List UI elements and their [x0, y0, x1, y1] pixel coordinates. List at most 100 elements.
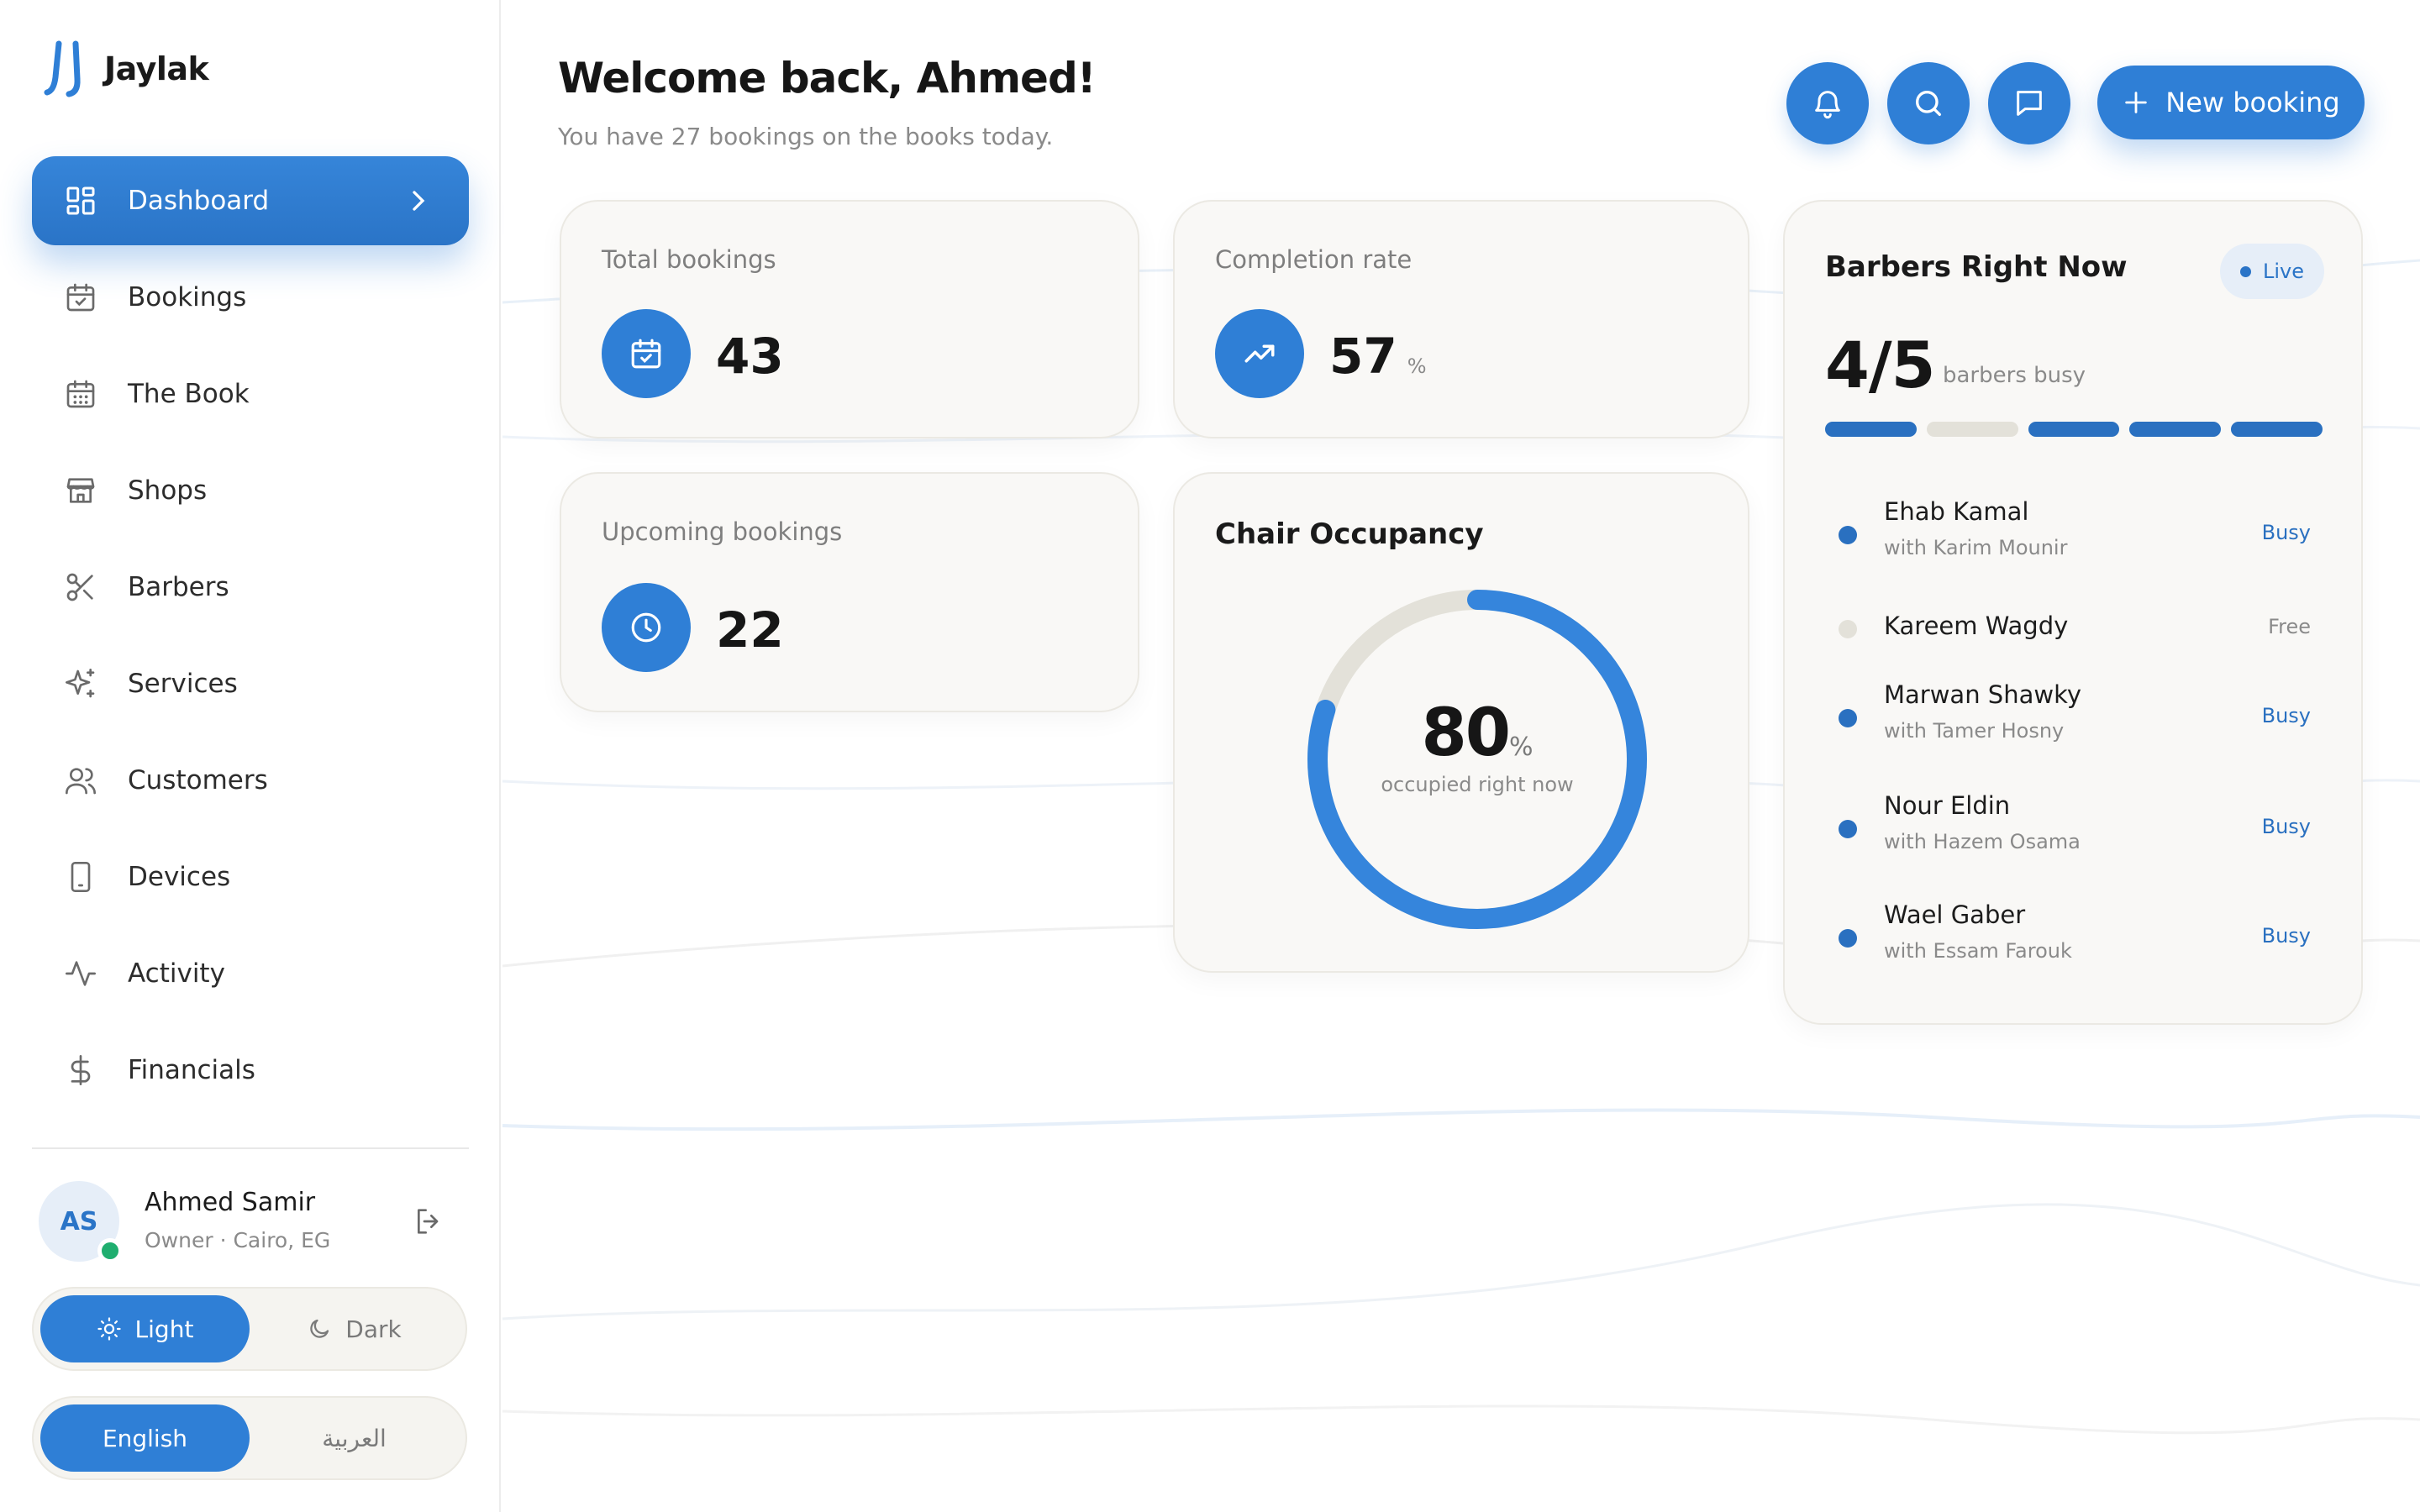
- upcoming-bookings-card: Upcoming bookings 22: [560, 472, 1139, 712]
- bell-icon: [1815, 91, 1840, 119]
- language-toggle: English العربية: [32, 1396, 467, 1480]
- barbers-right-now-title: Barbers Right Now: [1825, 250, 2128, 284]
- plus-icon: [2125, 92, 2148, 113]
- barber-row[interactable]: Ehab Kamal with Karim Mounir Busy: [1825, 494, 2324, 570]
- total-bookings-label: Total bookings: [602, 245, 776, 274]
- busy-segment: [1825, 422, 1917, 437]
- barber-name: Kareem Wagdy: [1884, 612, 2069, 640]
- sidebar-item-barbers[interactable]: Barbers: [32, 543, 469, 632]
- scissors-icon: [62, 569, 99, 606]
- barber-status: Free: [2268, 615, 2311, 638]
- online-status-dot: [97, 1238, 123, 1263]
- sidebar-item-services[interactable]: Services: [32, 639, 469, 728]
- logout-icon[interactable]: [412, 1205, 445, 1238]
- upcoming-bookings-label: Upcoming bookings: [602, 517, 843, 546]
- barber-name: Marwan Shawky: [1884, 680, 2082, 709]
- occupancy-number: 80: [1421, 696, 1511, 771]
- language-arabic-option[interactable]: العربية: [250, 1404, 459, 1472]
- chevron-right-icon: [413, 191, 425, 211]
- occupancy-caption: occupied right now: [1381, 773, 1574, 796]
- dollar-icon: [62, 1052, 99, 1089]
- barbers-right-now-card: Barbers Right Now Live 4/5 barbers busy …: [1783, 200, 2363, 1025]
- completion-rate-card: Completion rate 57%: [1173, 200, 1749, 438]
- chat-icon: [2017, 91, 2042, 116]
- barber-row[interactable]: Marwan Shawky with Tamer Hosny Busy: [1825, 677, 2324, 753]
- search-button[interactable]: [1887, 62, 1970, 144]
- sidebar-item-label: Activity: [128, 958, 225, 989]
- search-icon: [1916, 91, 1941, 116]
- busy-segment: [2231, 422, 2323, 437]
- total-bookings-value: 43: [716, 328, 784, 385]
- theme-dark-option[interactable]: Dark: [250, 1295, 459, 1362]
- sidebar-item-dashboard[interactable]: Dashboard: [32, 156, 469, 245]
- sidebar-item-activity[interactable]: Activity: [32, 929, 469, 1018]
- barber-row[interactable]: Kareem Wagdy Free: [1825, 603, 2324, 654]
- sidebar-item-the-book[interactable]: The Book: [32, 349, 469, 438]
- barber-client: with Hazem Osama: [1884, 830, 2081, 853]
- completion-rate-icon-badge: [1215, 309, 1304, 398]
- occupancy-unit: %: [1509, 732, 1534, 762]
- theme-light-option[interactable]: Light: [40, 1295, 250, 1362]
- sidebar-divider: [32, 1147, 469, 1149]
- sidebar-item-label: Devices: [128, 862, 231, 892]
- busy-status-dot: [1839, 709, 1857, 727]
- notifications-button[interactable]: [1786, 62, 1869, 144]
- barber-row[interactable]: Nour Eldin with Hazem Osama Busy: [1825, 788, 2324, 864]
- sidebar-item-shops[interactable]: Shops: [32, 446, 469, 535]
- total-bookings-card: Total bookings 43: [560, 200, 1139, 438]
- calendar-grid-icon: [62, 375, 99, 412]
- sidebar-item-label: Financials: [128, 1055, 255, 1085]
- tablet-icon: [62, 858, 99, 895]
- language-english-option[interactable]: English: [40, 1404, 250, 1472]
- barber-status: Busy: [2261, 815, 2311, 838]
- completion-rate-label: Completion rate: [1215, 245, 1413, 274]
- barber-status: Busy: [2261, 521, 2311, 544]
- busy-segment: [2028, 422, 2120, 437]
- sidebar-item-label: Services: [128, 669, 238, 699]
- brand[interactable]: Jaylak: [44, 39, 209, 99]
- barbers-busy-count: 4/5: [1825, 328, 1936, 402]
- sidebar-item-label: Dashboard: [128, 186, 270, 216]
- busy-status-dot: [1839, 929, 1857, 948]
- total-bookings-icon-badge: [602, 309, 691, 398]
- barber-status: Busy: [2261, 924, 2311, 948]
- jaylak-logo-icon: [44, 40, 81, 97]
- completion-rate-unit: %: [1407, 354, 1427, 378]
- barber-client: with Tamer Hosny: [1884, 719, 2065, 743]
- live-badge: Live: [2220, 244, 2324, 299]
- page-title: Welcome back, Ahmed!: [558, 54, 1097, 102]
- sidebar-item-label: Shops: [128, 475, 208, 506]
- sidebar-item-devices[interactable]: Devices: [32, 832, 469, 921]
- barber-name: Ehab Kamal: [1884, 497, 2029, 526]
- clock-icon: [631, 612, 661, 643]
- sun-icon: [97, 1317, 121, 1341]
- completion-rate-value: 57%: [1329, 328, 1427, 385]
- barber-name: Wael Gaber: [1884, 900, 2026, 929]
- brand-name: Jaylak: [104, 50, 209, 87]
- completion-rate-number: 57: [1329, 328, 1397, 385]
- theme-light-label: Light: [134, 1315, 194, 1343]
- sidebar-item-financials[interactable]: Financials: [32, 1026, 469, 1115]
- upcoming-bookings-icon-badge: [602, 583, 691, 672]
- upcoming-bookings-value: 22: [716, 601, 784, 659]
- new-booking-button[interactable]: New booking: [2097, 66, 2365, 139]
- sidebar-item-bookings[interactable]: Bookings: [32, 253, 469, 342]
- messages-button[interactable]: [1988, 62, 2070, 144]
- barber-name: Nour Eldin: [1884, 791, 2011, 820]
- chair-occupancy-title: Chair Occupancy: [1215, 517, 1484, 551]
- calendar-check-icon: [631, 339, 661, 369]
- user-name: Ahmed Samir: [145, 1188, 316, 1217]
- sidebar: Jaylak Dashboard Bookings The Book Shops…: [0, 0, 501, 1512]
- barbers-busy-caption: barbers busy: [1943, 363, 2086, 388]
- calendar-check-icon: [62, 279, 99, 316]
- barber-row[interactable]: Wael Gaber with Essam Farouk Busy: [1825, 897, 2324, 973]
- barber-client: with Karim Mounir: [1884, 536, 2068, 559]
- barbers-busy-segments: [1825, 422, 2323, 437]
- busy-status-dot: [1839, 820, 1857, 838]
- busy-segment: [2129, 422, 2222, 437]
- theme-dark-label: Dark: [345, 1315, 402, 1343]
- sidebar-item-customers[interactable]: Customers: [32, 736, 469, 825]
- barber-client: with Essam Farouk: [1884, 939, 2072, 963]
- trending-up-icon: [1244, 344, 1275, 363]
- barber-status: Busy: [2261, 704, 2311, 727]
